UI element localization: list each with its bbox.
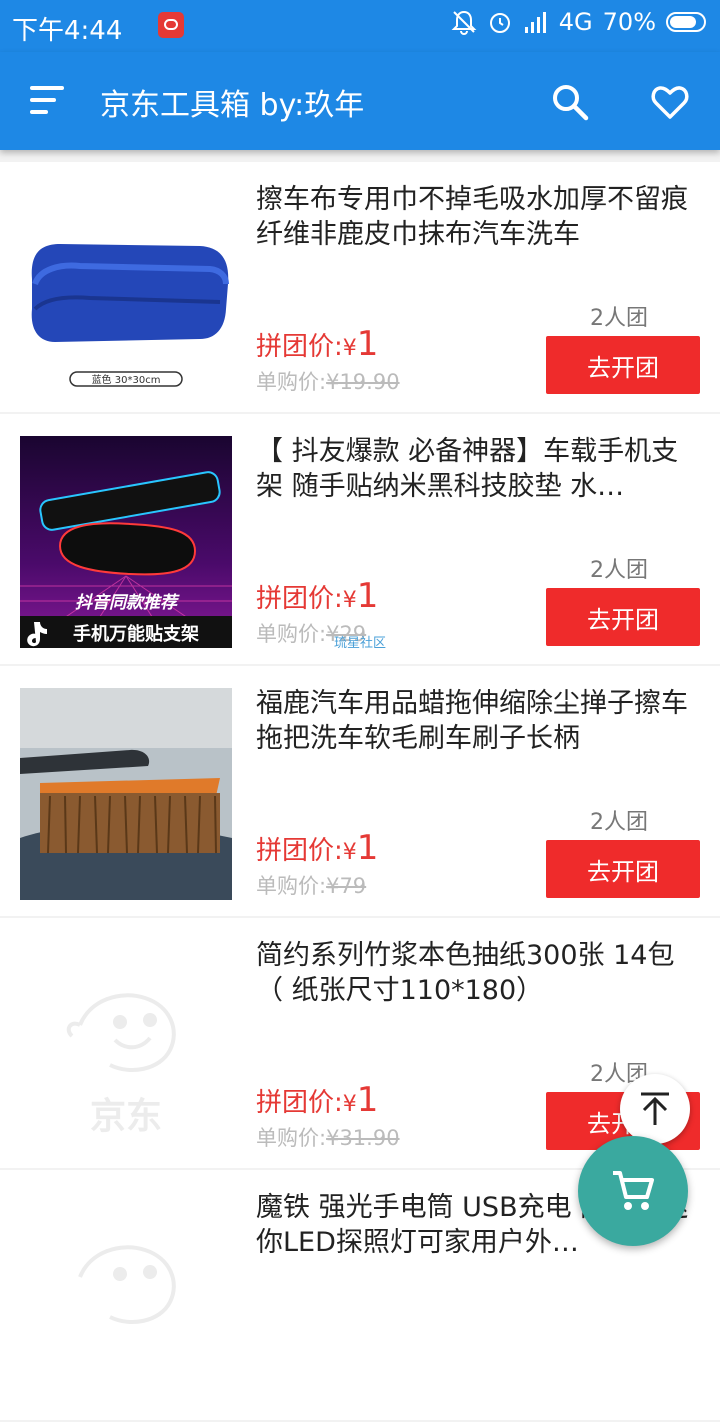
sort-menu-icon[interactable]: [30, 86, 66, 116]
product-thumbnail: [20, 1192, 232, 1404]
watermark-text: 琉星社区: [334, 636, 387, 651]
cart-button[interactable]: [578, 1136, 688, 1246]
group-price: 拼团价:¥1: [256, 1080, 378, 1120]
product-title: 擦车布专用巾不掉毛吸水加厚不留痕纤维非鹿皮巾抹布汽车洗车: [256, 184, 688, 250]
single-price-value: ¥19.90: [326, 370, 400, 394]
scroll-top-button[interactable]: [620, 1074, 690, 1144]
group-price-value: 1: [356, 1080, 379, 1120]
group-size: 2人团: [590, 810, 648, 835]
single-price: 单购价:¥79: [256, 870, 366, 900]
status-bar: 下午4:44 4G 70%: [0, 0, 720, 52]
group-size: 2人团: [590, 558, 648, 583]
search-icon[interactable]: [550, 82, 590, 122]
group-price-value: 1: [356, 324, 379, 364]
group-size: 2人团: [590, 306, 648, 331]
product-card[interactable]: 京东 简约系列竹浆本色抽纸300张 14包（ 纸张尺寸110*180） 拼团价:…: [0, 918, 720, 1168]
single-price-label: 单购价:: [256, 370, 327, 394]
open-group-button[interactable]: 去开团: [546, 588, 700, 646]
group-price: 拼团价:¥1: [256, 576, 378, 616]
product-title: 【 抖友爆款 必备神器】车载手机支架 随手贴纳米黑科技胶垫 水…: [256, 436, 679, 502]
heart-outline-icon[interactable]: [650, 82, 690, 122]
arrow-up-icon: [641, 1092, 669, 1125]
group-price: 拼团价:¥1: [256, 324, 378, 364]
single-price-label: 单购价:: [256, 874, 327, 898]
placeholder-logo-text: 京东: [90, 1095, 162, 1137]
thumb-caption: 蓝色 30*30cm: [92, 373, 161, 386]
thumb-promo-text: 抖音同款推荐: [75, 593, 180, 613]
network-type: 4G: [558, 8, 593, 36]
notification-app-icon: [158, 12, 184, 38]
app-bar: 京东工具箱 by:玖年: [0, 52, 720, 150]
single-price-value: ¥31.90: [326, 1126, 400, 1150]
group-price-label: 拼团价:: [256, 584, 343, 614]
single-price: 单购价:¥19.90: [256, 366, 400, 396]
single-price-label: 单购价:: [256, 1126, 327, 1150]
page-title: 京东工具箱 by:玖年: [100, 88, 365, 123]
signal-icon: [524, 12, 546, 33]
product-title: 福鹿汽车用品蜡拖伸缩除尘掸子擦车拖把洗车软毛刷车刷子长柄: [256, 688, 688, 754]
single-price-value: ¥79: [326, 874, 367, 898]
group-price-value: 1: [356, 828, 379, 868]
product-thumbnail: 京东: [20, 940, 232, 1152]
status-time: 下午4:44: [12, 16, 123, 46]
status-indicators: 4G 70%: [451, 8, 706, 36]
currency-symbol: ¥: [342, 588, 357, 613]
single-price: 单购价:¥31.90: [256, 1122, 400, 1152]
product-title: 简约系列竹浆本色抽纸300张 14包（ 纸张尺寸110*180）: [256, 940, 675, 1006]
product-thumbnail: 蓝色 30*30cm: [20, 184, 232, 396]
single-price-label: 单购价:: [256, 622, 327, 646]
mute-bell-icon: [451, 10, 477, 35]
group-price: 拼团价:¥1: [256, 828, 378, 868]
currency-symbol: ¥: [342, 840, 357, 865]
open-group-button[interactable]: 去开团: [546, 840, 700, 898]
thumb-product-text: 手机万能贴支架: [73, 623, 199, 645]
product-thumbnail: 抖音同款推荐 手机万能贴支架: [20, 436, 232, 648]
open-group-button[interactable]: 去开团: [546, 336, 700, 394]
currency-symbol: ¥: [342, 1092, 357, 1117]
group-price-label: 拼团价:: [256, 1088, 343, 1118]
product-card[interactable]: 抖音同款推荐 手机万能贴支架 【 抖友爆款 必备神器】车载手机支架 随手贴纳米黑…: [0, 414, 720, 664]
cart-icon: [613, 1171, 654, 1210]
battery-icon: [666, 12, 706, 32]
group-price-label: 拼团价:: [256, 332, 343, 362]
battery-percent: 70%: [602, 8, 656, 36]
product-thumbnail: [20, 688, 232, 900]
group-price-label: 拼团价:: [256, 836, 343, 866]
currency-symbol: ¥: [342, 336, 357, 361]
product-card[interactable]: 福鹿汽车用品蜡拖伸缩除尘掸子擦车拖把洗车软毛刷车刷子长柄 拼团价:¥1 单购价:…: [0, 666, 720, 916]
product-card[interactable]: 蓝色 30*30cm 擦车布专用巾不掉毛吸水加厚不留痕纤维非鹿皮巾抹布汽车洗车 …: [0, 162, 720, 412]
group-price-value: 1: [356, 576, 379, 616]
alarm-icon: [489, 13, 510, 33]
